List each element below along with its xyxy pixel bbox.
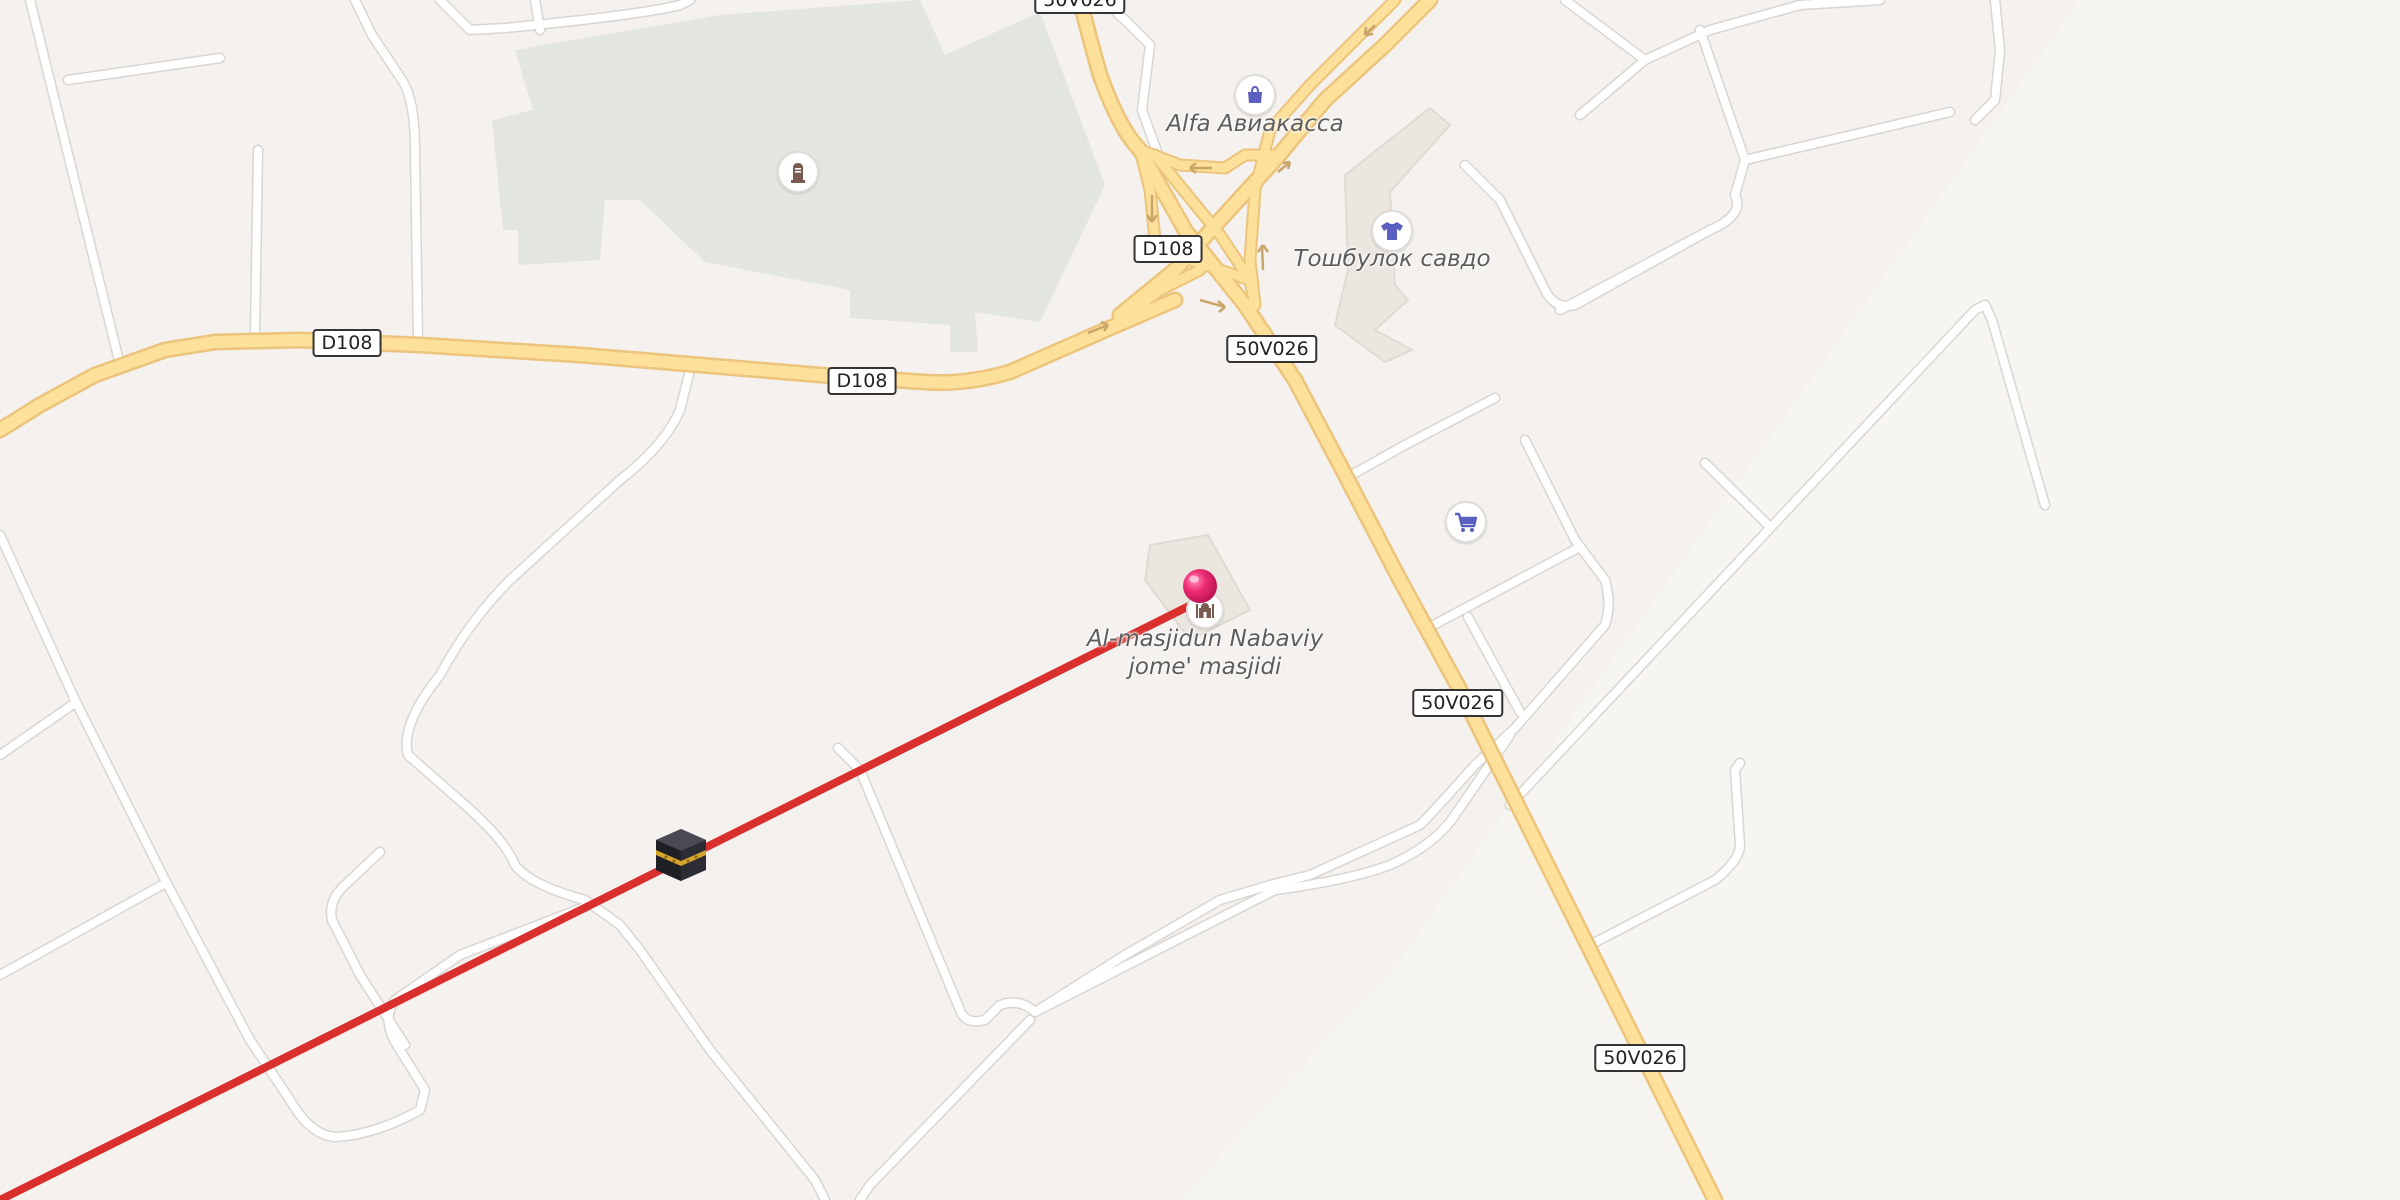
poi-label[interactable]: Alfa Авиакасса (1166, 110, 1343, 138)
road-shield: 50V026 (1226, 335, 1318, 363)
cemetery-icon[interactable] (777, 151, 819, 193)
road-shield: D108 (1133, 235, 1203, 263)
road-shield: 50V026 (1412, 689, 1504, 717)
road-shield: D108 (312, 329, 382, 357)
poi-label[interactable]: Al-masjidun Nabaviy jome' masjidi (1087, 625, 1323, 681)
map-pin-icon[interactable] (1180, 566, 1220, 626)
shopping-cart-icon[interactable] (1445, 501, 1487, 543)
road-shield: 50V026 (1594, 1044, 1686, 1072)
road-shield: 50V026 (1034, 0, 1126, 14)
kaaba-icon[interactable] (652, 826, 710, 888)
map-view[interactable]: 50V026 D108 D108 D108 50V026 50V026 50V0… (0, 0, 2400, 1200)
poi-label[interactable]: Тошбулок савдо (1293, 245, 1490, 273)
road-shield: D108 (827, 367, 897, 395)
